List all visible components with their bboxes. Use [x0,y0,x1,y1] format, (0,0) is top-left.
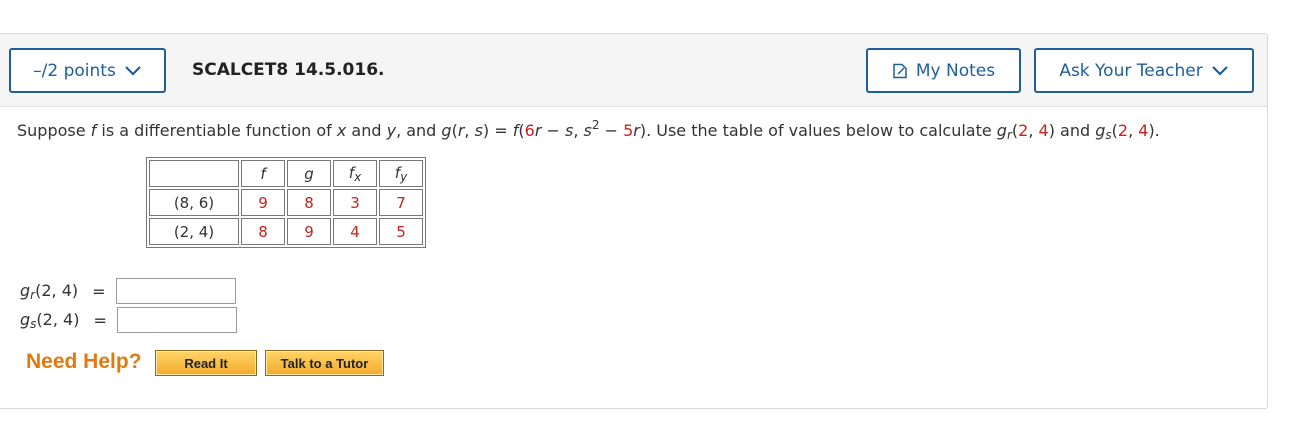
points-label: –/2 points [33,60,116,81]
question-header: –/2 points SCALCET8 14.5.016. My Notes A… [0,34,1267,107]
header-fy: fy [379,160,423,187]
table-cell: 9 [287,218,331,245]
table-cell: 8 [287,189,331,216]
question-id: SCALCET8 14.5.016. [192,60,385,80]
header-g: g [287,160,331,187]
row-label: (8, 6) [149,189,239,216]
answer-row-gr: gr(2, 4) = [20,278,236,304]
header-fx: fx [333,160,377,187]
answer-row-gs: gs(2, 4) = [20,307,237,333]
table-header-row: f g fx fy [149,160,423,187]
chevron-down-icon [124,65,142,77]
question-card: –/2 points SCALCET8 14.5.016. My Notes A… [0,33,1268,409]
table-cell: 4 [333,218,377,245]
ask-teacher-label: Ask Your Teacher [1059,60,1203,81]
table-corner-cell [149,160,239,187]
note-edit-icon [892,63,908,79]
header-f: f [241,160,285,187]
table-cell: 3 [333,189,377,216]
read-it-button[interactable]: Read It [155,350,257,376]
my-notes-label: My Notes [915,60,996,81]
equals-sign: = [92,281,106,301]
answer-input-gs[interactable] [116,307,237,333]
row-label: (2, 4) [149,218,239,245]
table-cell: 7 [379,189,423,216]
chevron-down-icon [1211,65,1229,77]
answer-label-gr: gr(2, 4) [20,280,79,302]
table-cell: 5 [379,218,423,245]
need-help-label: Need Help? [26,350,142,373]
answer-label-gs: gs(2, 4) [20,309,80,331]
answer-input-gr[interactable] [115,278,236,304]
my-notes-button[interactable]: My Notes [866,48,1021,93]
table-row: (8, 6) 9 8 3 7 [149,189,423,216]
equals-sign: = [93,310,107,330]
table-row: (2, 4) 8 9 4 5 [149,218,423,245]
points-dropdown-button[interactable]: –/2 points [9,48,166,93]
table-cell: 9 [241,189,285,216]
values-table: f g fx fy (8, 6) 9 8 3 7 (2, 4) 8 9 4 5 [146,157,426,248]
talk-to-tutor-button[interactable]: Talk to a Tutor [265,350,384,376]
ask-teacher-button[interactable]: Ask Your Teacher [1034,48,1254,93]
question-prompt: Suppose f is a differentiable function o… [17,118,1160,142]
table-cell: 8 [241,218,285,245]
